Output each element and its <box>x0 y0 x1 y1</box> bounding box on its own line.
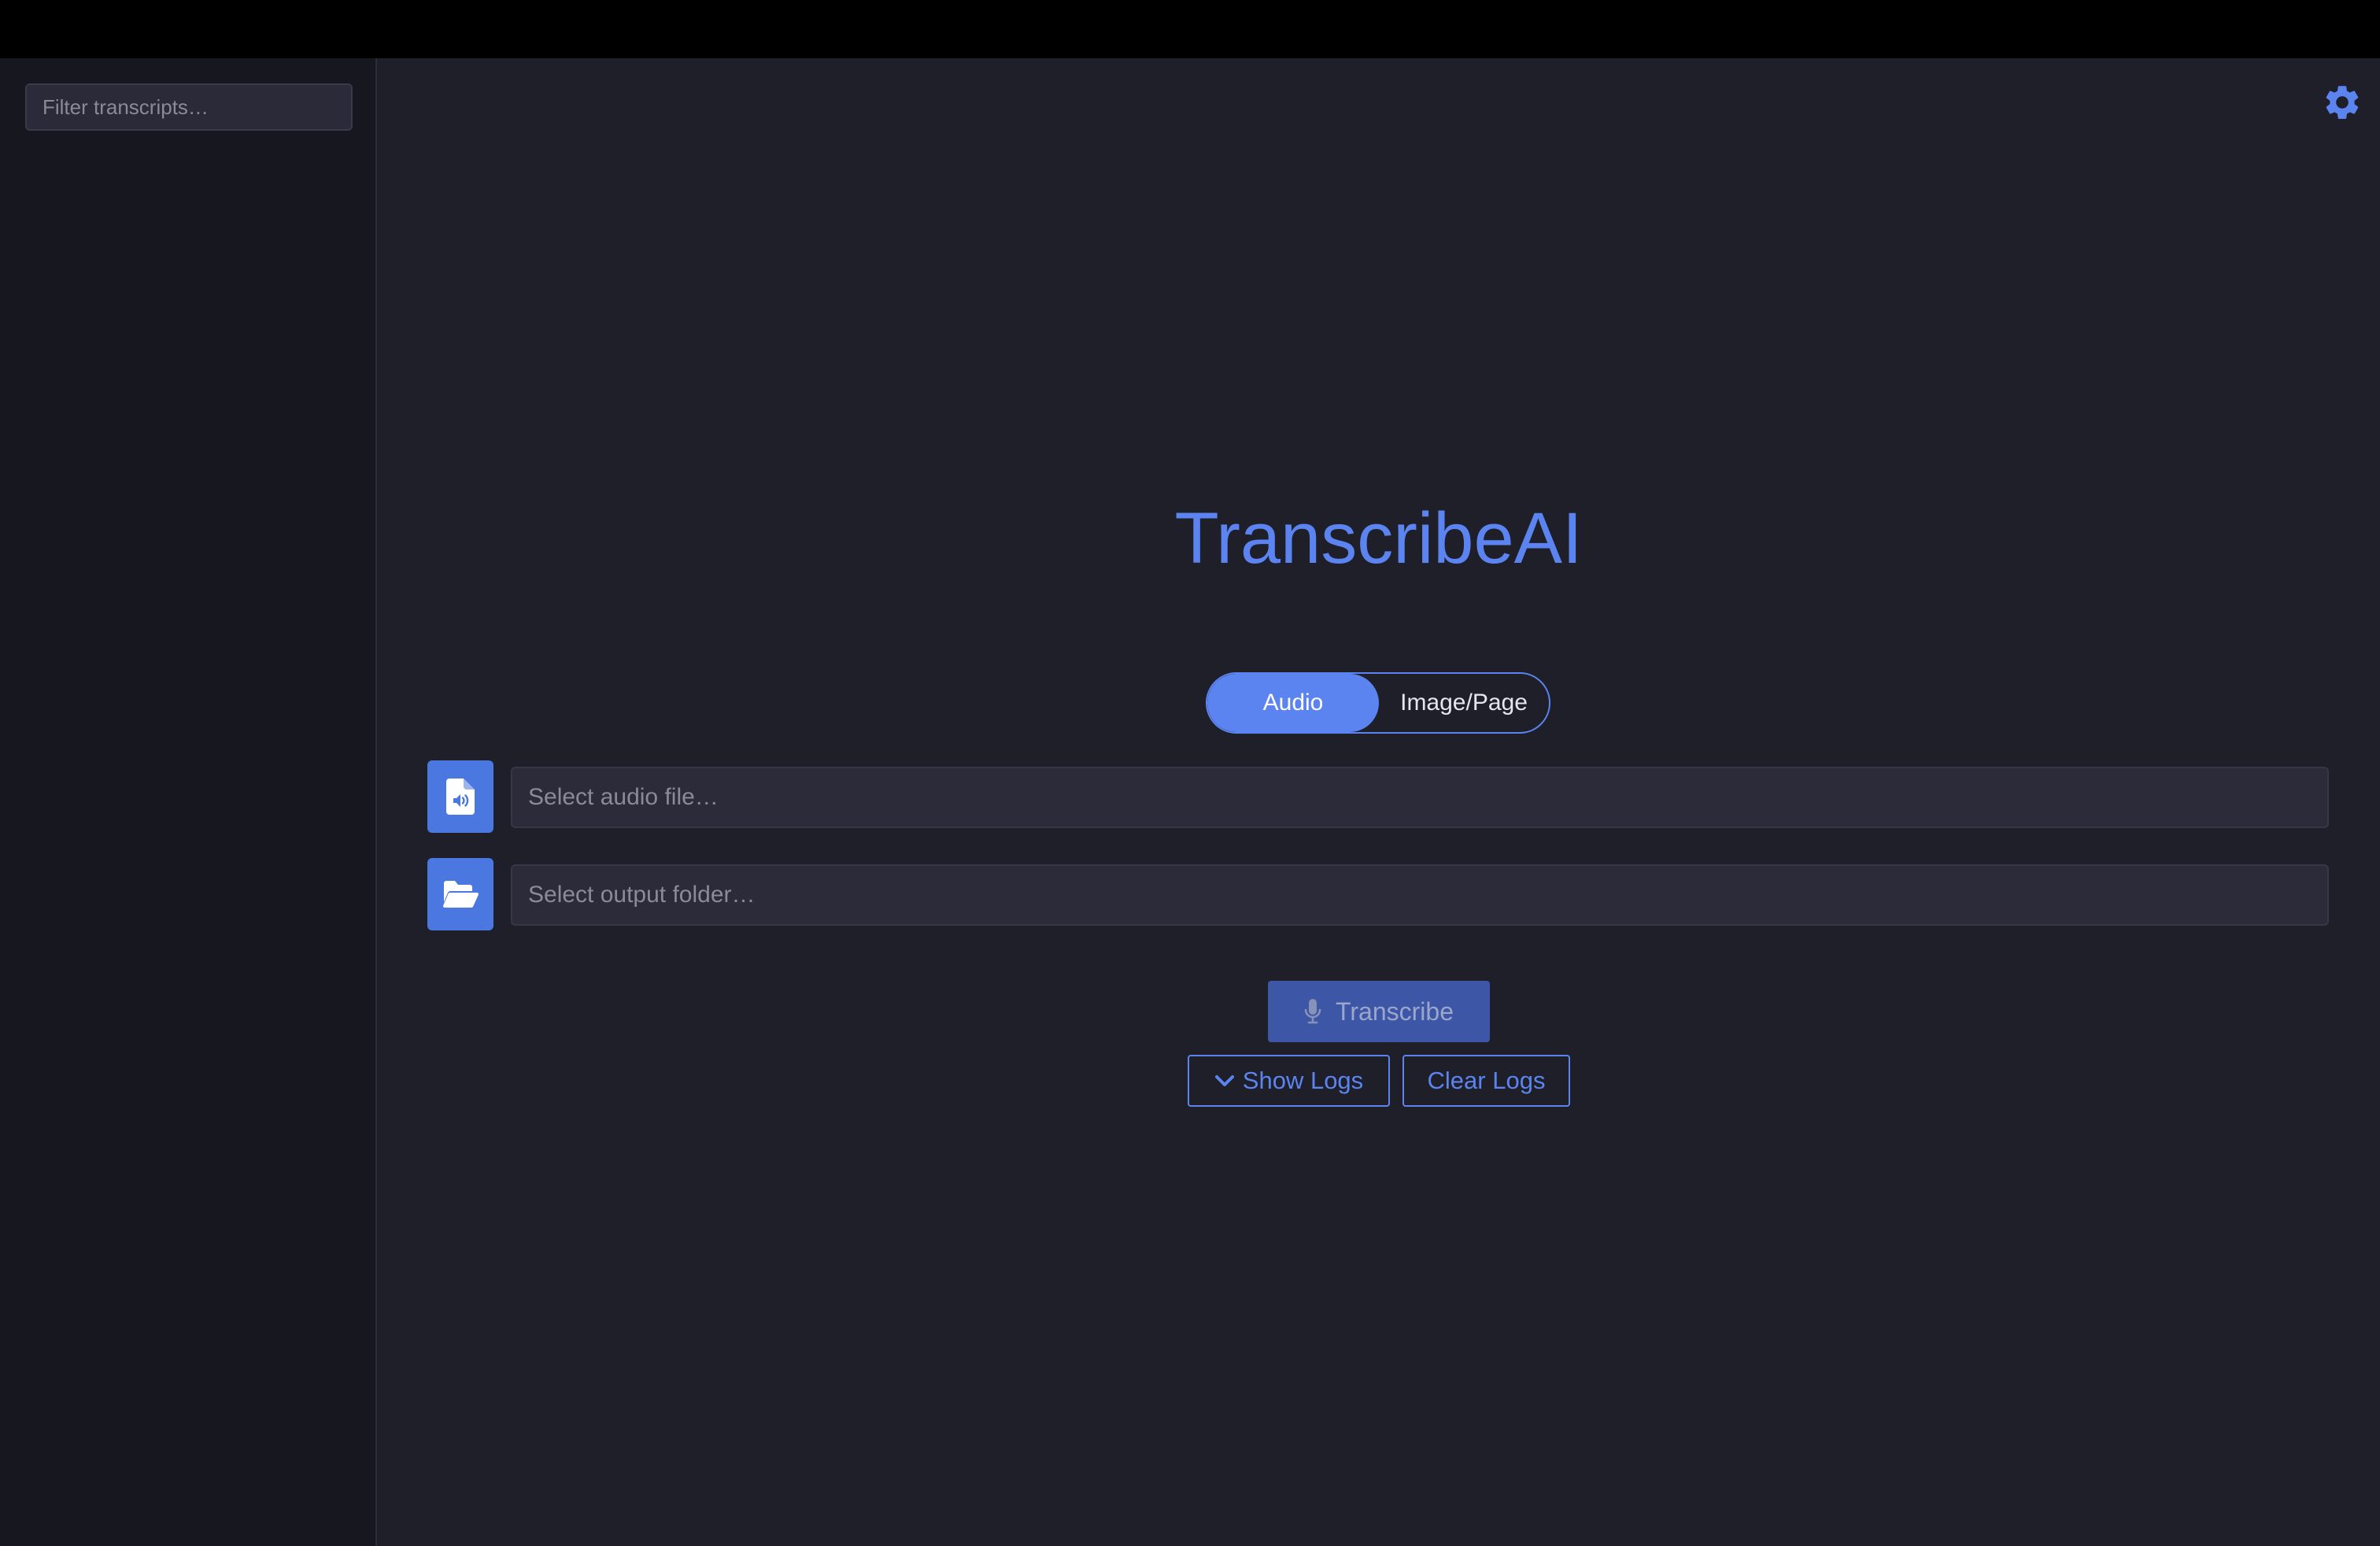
clear-logs-button[interactable]: Clear Logs <box>1402 1055 1570 1107</box>
mode-option-audio[interactable]: Audio <box>1207 674 1379 732</box>
clear-logs-label: Clear Logs <box>1427 1067 1546 1094</box>
app-title: TranscribeAI <box>1174 498 1583 579</box>
transcribe-button[interactable]: Transcribe <box>1268 981 1490 1042</box>
main-panel: TranscribeAI Audio Image/Page Select aud… <box>377 58 2380 1546</box>
mode-toggle: Audio Image/Page <box>1206 672 1550 734</box>
folder-open-icon <box>443 881 479 908</box>
show-logs-button[interactable]: Show Logs <box>1188 1055 1390 1107</box>
output-folder-row <box>427 858 2329 930</box>
chevron-down-icon <box>1214 1075 1234 1086</box>
audio-file-path-input[interactable] <box>511 767 2329 828</box>
settings-button[interactable] <box>2320 80 2364 124</box>
output-folder-path-input[interactable] <box>511 864 2329 926</box>
microphone-icon <box>1304 999 1321 1024</box>
mode-option-image-page[interactable]: Image/Page <box>1379 674 1549 732</box>
window-top-bar <box>0 0 2380 58</box>
select-audio-file-button[interactable] <box>427 760 493 833</box>
transcribe-button-label: Transcribe <box>1336 997 1454 1026</box>
sidebar <box>0 58 377 1546</box>
filter-transcripts-input[interactable] <box>25 83 353 131</box>
show-logs-label: Show Logs <box>1242 1067 1364 1094</box>
audio-file-row <box>427 760 2329 833</box>
select-output-folder-button[interactable] <box>427 858 493 930</box>
gear-icon <box>2326 86 2359 119</box>
audio-file-icon <box>446 779 475 815</box>
